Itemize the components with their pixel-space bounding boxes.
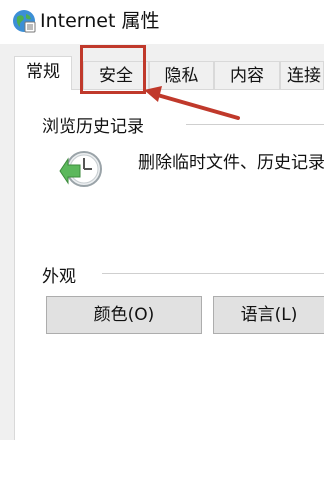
security-tab-highlight-box [80, 45, 146, 94]
annotation-arrow-icon [144, 86, 240, 120]
browsing-history-group-label: 浏览历史记录 [42, 112, 144, 137]
tab-connections[interactable]: 连接 [280, 61, 324, 89]
colors-button[interactable]: 颜色(O) [46, 296, 202, 334]
internet-globe-icon [11, 8, 37, 34]
appearance-group-label: 外观 [42, 262, 76, 287]
internet-properties-window: Internet 属性 常规 安全 隐私 内容 连接 浏览历史记录 删除临时文件… [0, 0, 324, 440]
browsing-history-group-divider [186, 124, 324, 125]
tab-general[interactable]: 常规 [14, 56, 72, 90]
window-title: Internet 属性 [40, 10, 160, 32]
title-bar[interactable]: Internet 属性 [0, 0, 324, 44]
history-clock-icon [54, 147, 104, 193]
languages-button[interactable]: 语言(L) [213, 296, 324, 334]
appearance-group-divider [102, 273, 324, 274]
browsing-history-description: 删除临时文件、历史记录 [138, 153, 324, 173]
